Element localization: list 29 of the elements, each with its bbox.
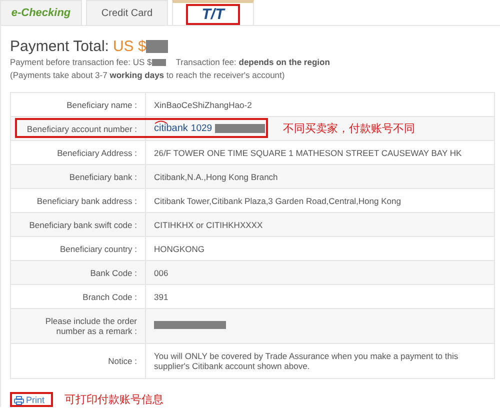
payment-total-currency: US $ [112, 38, 146, 55]
print-link[interactable]: Print [10, 392, 53, 407]
fee-before-label: Payment before transaction fee: US $ [10, 57, 152, 67]
tab[interactable]: Credit Card [86, 0, 168, 25]
field-value: CITIHKHX or CITIHKHXXXX [154, 220, 263, 230]
field-value: 26/F TOWER ONE TIME SQUARE 1 MATHESON STREET CAUSEWAY BAY HK [154, 148, 462, 158]
tab[interactable]: T/T [172, 0, 254, 25]
field-value: HONGKONG [154, 244, 205, 254]
bank-logo: citibank [154, 123, 188, 134]
field-label: Please include the order number as a remark : [10, 308, 146, 344]
field-value: Citibank Tower,Citibank Plaza,3 Garden Road,Central,Hong Kong [154, 196, 401, 206]
annotation-note: 可打印付款账号信息 [64, 393, 164, 407]
field-value: 1029 [190, 123, 212, 134]
field-value: XinBaoCeShiZhangHao-2 [154, 100, 252, 110]
field-value: 006 [154, 268, 168, 278]
field-value: 391 [154, 292, 168, 302]
annotation-note: 不同买卖家，付款账号不同 [283, 122, 415, 136]
field-label: Bank Code : [10, 260, 146, 284]
timing-note: (Payments take about 3-7 working days to reach the receiver's account) [10, 70, 286, 80]
payment-total-label: Payment Total: [10, 38, 109, 55]
field-label: Beneficiary bank swift code : [10, 212, 146, 236]
printer-icon [14, 396, 24, 404]
field-label: Notice : [10, 344, 146, 378]
field-value: Citibank,N.A.,Hong Kong Branch [154, 172, 278, 182]
field-value: You will ONLY be covered by Trade Assurance when you make a payment to this supplier's Citibank account shown above. [154, 351, 458, 371]
field-label: Beneficiary bank : [10, 164, 146, 188]
fee-label: Transaction fee: [176, 57, 238, 67]
fee-value: depends on the region [238, 57, 330, 67]
field-label: Beneficiary name : [10, 92, 146, 116]
